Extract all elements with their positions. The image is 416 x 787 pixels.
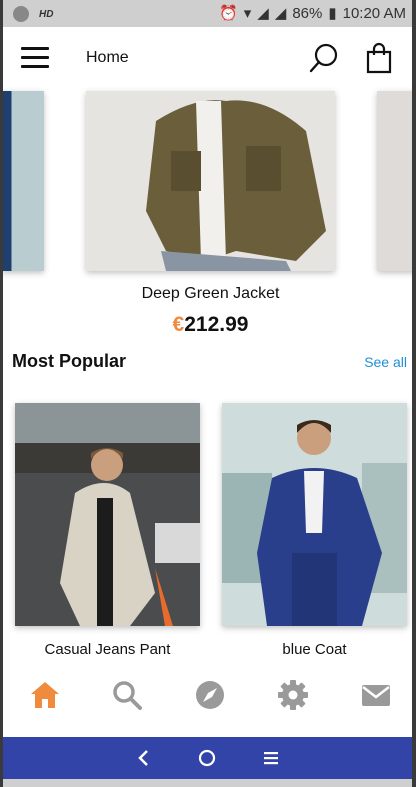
compass-icon[interactable] <box>193 678 227 712</box>
featured-product-name: Deep Green Jacket <box>141 285 280 302</box>
featured-carousel[interactable]: Deep Green Jacket €212.99 <box>3 91 412 341</box>
section-title-most-popular: Most Popular <box>12 351 127 371</box>
notification-icon <box>13 6 29 22</box>
status-bar: HD ⏰ ▾ ◢ ◢ 86% ▮ 10:20 AM <box>3 0 412 27</box>
hd-label: HD <box>39 8 54 20</box>
clock: 10:20 AM <box>342 4 406 22</box>
bottom-edge <box>3 779 412 787</box>
currency-symbol: € <box>172 313 185 336</box>
recents-icon[interactable] <box>260 747 282 769</box>
product-name-casual-jeans-pant: Casual Jeans Pant <box>44 641 171 658</box>
mail-icon[interactable] <box>359 678 393 712</box>
home-icon[interactable] <box>28 678 62 712</box>
search-icon[interactable] <box>308 42 340 74</box>
product-image-deep-green-jacket[interactable] <box>86 91 335 271</box>
menu-icon[interactable] <box>21 47 49 69</box>
gear-icon[interactable] <box>276 678 310 712</box>
carousel-image-next[interactable] <box>377 91 412 271</box>
back-icon[interactable] <box>133 747 155 769</box>
app-screen: HD ⏰ ▾ ◢ ◢ 86% ▮ 10:20 AM Home Deep Gree… <box>3 0 412 787</box>
bottom-tab-bar <box>3 668 412 724</box>
battery-icon: ▮ <box>328 5 337 22</box>
app-bar: Home <box>3 27 412 91</box>
product-card-casual-jeans-pant[interactable] <box>15 403 200 626</box>
carousel-image-prev[interactable] <box>3 91 44 271</box>
alarm-icon: ⏰ <box>219 5 238 22</box>
see-all-link[interactable]: See all <box>364 354 407 370</box>
signal-icon-2: ◢ <box>274 5 287 22</box>
system-navigation-bar <box>3 737 412 779</box>
search-tab-icon[interactable] <box>110 678 144 712</box>
shopping-bag-icon[interactable] <box>365 42 393 74</box>
price-amount: 212.99 <box>184 313 249 336</box>
page-title: Home <box>86 49 129 66</box>
wifi-icon: ▾ <box>243 5 252 22</box>
battery-percent: 86% <box>292 4 323 22</box>
home-circle-icon[interactable] <box>196 747 218 769</box>
product-card-blue-coat[interactable] <box>222 403 407 626</box>
signal-icon: ◢ <box>257 5 269 22</box>
featured-product-price: €212.99 <box>86 313 335 337</box>
product-name-blue-coat: blue Coat <box>282 641 347 658</box>
